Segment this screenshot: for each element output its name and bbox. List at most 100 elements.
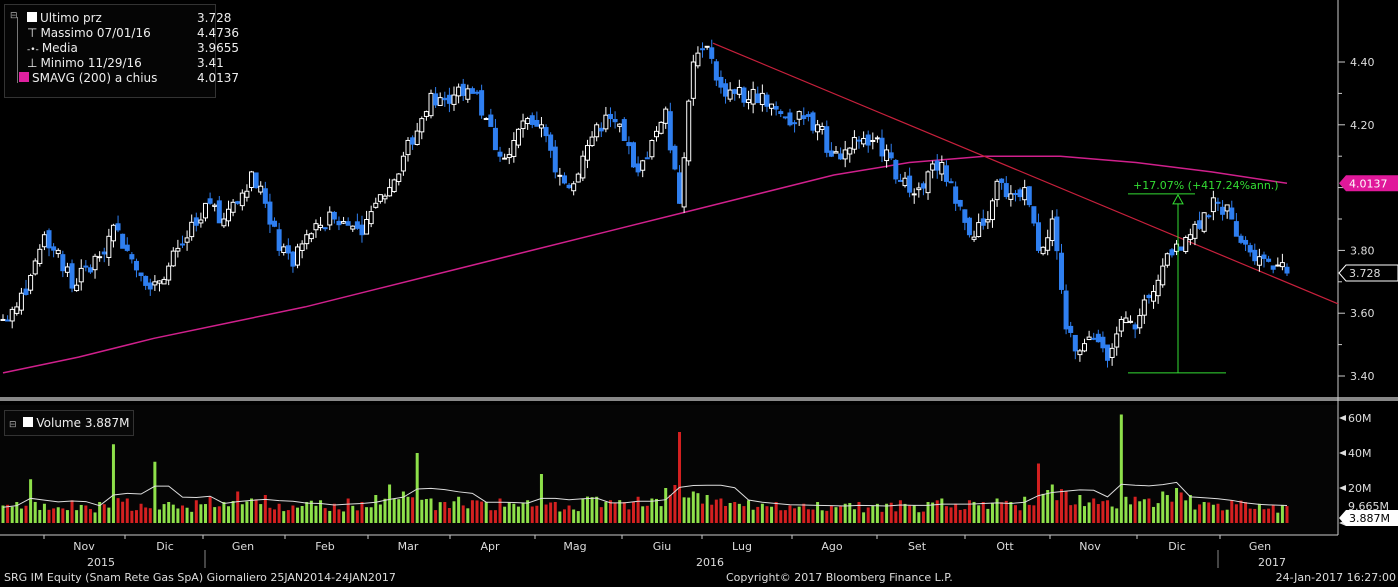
volume-bar [802, 503, 806, 523]
volume-bar [1129, 504, 1133, 523]
candle-body [649, 140, 655, 158]
candle-body [46, 230, 52, 249]
volume-bar [760, 503, 764, 523]
volume-bar [1253, 508, 1257, 523]
candle-body [55, 249, 61, 255]
candle-body [433, 93, 439, 106]
volume-tick [1339, 450, 1346, 456]
candle-body [327, 211, 333, 226]
candle-body [842, 149, 848, 160]
collapse-icon[interactable]: ⊟ [9, 420, 17, 430]
volume-bar [627, 509, 631, 523]
volume-bar [1078, 495, 1082, 523]
candle-body [28, 275, 34, 291]
legend-mean[interactable]: -•- Media [27, 41, 78, 56]
volume-bar [788, 505, 792, 523]
candle-body [267, 201, 273, 225]
volume-bar [323, 508, 327, 523]
volume-bar [696, 493, 700, 523]
volume-bar [38, 509, 42, 523]
volume-legend[interactable]: ⊟ Volume 3.887M [4, 410, 134, 436]
candle-body [980, 218, 986, 226]
candle-body [709, 47, 715, 59]
candle-body [759, 92, 765, 106]
candle-body [1077, 350, 1083, 356]
volume-bar [972, 501, 976, 523]
volume-bar [516, 506, 520, 523]
volume-bar [581, 498, 585, 523]
candle-body [828, 150, 834, 157]
month-label: Dic [1168, 540, 1186, 553]
volume-bar [866, 507, 870, 523]
month-label: Ago [821, 540, 843, 553]
candle-body [607, 113, 613, 120]
volume-bar [130, 510, 134, 523]
volume-bar [875, 503, 879, 523]
candle-body [497, 151, 503, 157]
volume-bar [705, 495, 709, 523]
volume-bar [931, 502, 935, 523]
volume-bar [742, 506, 746, 523]
candle-body [543, 127, 549, 137]
volume-bar [908, 505, 912, 523]
legend-max[interactable]: ⊤ Massimo 07/01/16 [27, 26, 151, 41]
volume-bar [862, 512, 866, 523]
volume-bar [153, 461, 157, 523]
volume-bar [526, 500, 530, 523]
volume-bar [852, 509, 856, 523]
volume-bar [1165, 495, 1169, 523]
volume-bar [1211, 504, 1215, 523]
candle-body [750, 88, 756, 105]
legend-sma[interactable]: SMAVG (200) a chius [19, 71, 157, 86]
price-tick-label: 3.80 [1350, 244, 1375, 257]
candle-body [387, 187, 393, 197]
volume-bar [1244, 502, 1248, 523]
volume-bar [682, 497, 686, 523]
volume-bar [167, 502, 171, 523]
volume-bar [84, 505, 88, 523]
candle-body [1141, 299, 1147, 316]
footer-copyright: Copyright© 2017 Bloomberg Finance L.P. [726, 571, 953, 584]
min-marker-icon: ⊥ [27, 56, 38, 70]
candle-body [571, 183, 577, 192]
volume-bar [461, 505, 465, 523]
legend-min[interactable]: ⊥ Minimo 11/29/16 [27, 56, 142, 71]
month-label: Mar [398, 540, 419, 553]
volume-bar [811, 509, 815, 523]
candle-body [584, 145, 590, 161]
volume-bar [1156, 503, 1160, 523]
last-price-tag-label: 3.728 [1349, 267, 1381, 280]
volume-bar [834, 507, 838, 523]
candle-body [506, 154, 512, 159]
legend-value: 4.4736 [197, 26, 239, 40]
volume-bar [52, 508, 56, 523]
volume-bar [351, 505, 355, 523]
candle-body [184, 237, 190, 243]
candle-body [465, 88, 471, 100]
volume-bar [1101, 501, 1105, 523]
candle-body [41, 234, 47, 248]
white-swatch-icon [27, 12, 37, 22]
volume-bar [199, 504, 203, 523]
candle-body [244, 190, 250, 198]
volume-bar [111, 444, 115, 523]
candle-body [704, 45, 710, 48]
candle-body [1210, 197, 1216, 213]
candle-body [1123, 317, 1129, 324]
candle-body [598, 127, 604, 132]
candle-body [792, 122, 798, 125]
volume-bar [958, 509, 962, 523]
candle-body [354, 221, 360, 229]
candle-body [939, 161, 945, 175]
volume-bar [1276, 512, 1280, 523]
candle-body [548, 134, 554, 151]
legend-last-price[interactable]: Ultimo prz [27, 11, 102, 26]
volume-bar [1119, 414, 1123, 523]
candle-body [1224, 204, 1230, 212]
candle-body [364, 219, 370, 235]
volume-bar [1000, 502, 1004, 523]
candle-body [396, 173, 402, 183]
candle-body [410, 137, 416, 145]
panel-divider[interactable] [0, 397, 1398, 401]
candle-body [612, 118, 618, 123]
